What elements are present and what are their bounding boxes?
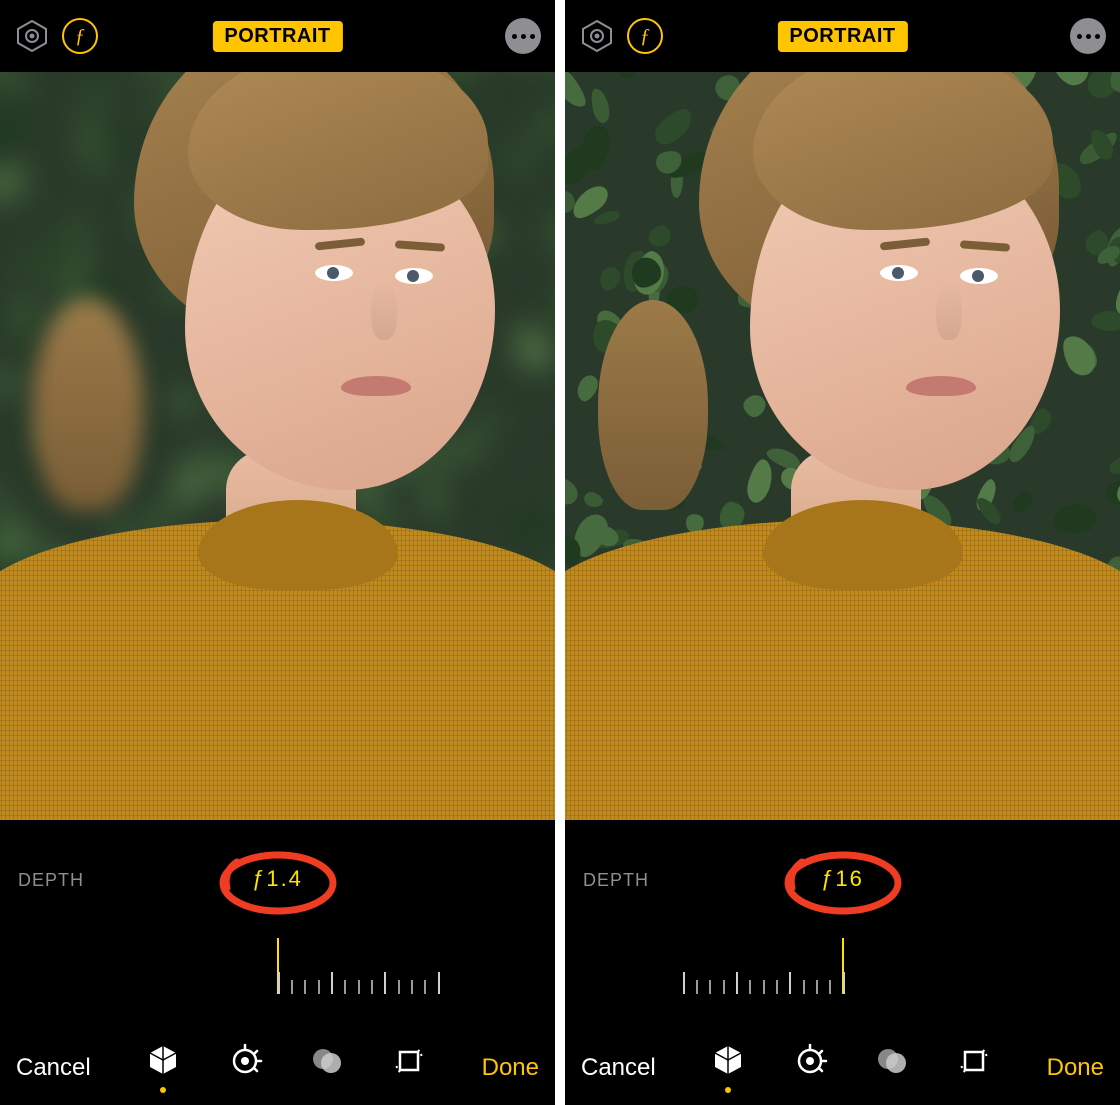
topbar: ƒ PORTRAIT bbox=[0, 0, 555, 72]
done-button[interactable]: Done bbox=[1047, 1054, 1104, 1082]
filters-circles-icon[interactable] bbox=[872, 1043, 912, 1093]
adjust-dial-icon[interactable] bbox=[790, 1043, 830, 1093]
cancel-button[interactable]: Cancel bbox=[16, 1054, 91, 1082]
depth-control: DEPTH ƒ1.4 bbox=[0, 820, 555, 1030]
edit-tools bbox=[708, 1043, 994, 1093]
lighting-cube-icon[interactable] bbox=[708, 1043, 748, 1093]
cancel-button[interactable]: Cancel bbox=[581, 1054, 656, 1082]
done-button[interactable]: Done bbox=[482, 1054, 539, 1082]
f-glyph: ƒ bbox=[640, 25, 650, 48]
lighting-hex-icon[interactable] bbox=[14, 18, 50, 54]
active-tool-dot bbox=[725, 1087, 731, 1093]
edit-pane-left: ƒ PORTRAIT DEPTH ƒ1.4 bbox=[0, 0, 555, 1105]
aperture-f-icon[interactable]: ƒ bbox=[62, 18, 98, 54]
bottombar: Cancel Done bbox=[565, 1030, 1120, 1105]
edit-pane-right: ƒ PORTRAIT DEPTH ƒ16 bbox=[565, 0, 1120, 1105]
adjust-dial-icon[interactable] bbox=[225, 1043, 265, 1093]
aperture-f-icon[interactable]: ƒ bbox=[627, 18, 663, 54]
depth-slider[interactable] bbox=[693, 938, 993, 994]
crop-rotate-icon[interactable] bbox=[389, 1043, 429, 1093]
f-glyph: ƒ bbox=[75, 25, 85, 48]
active-tool-dot bbox=[160, 1087, 166, 1093]
more-icon[interactable] bbox=[1070, 18, 1106, 54]
depth-label: DEPTH bbox=[583, 870, 649, 891]
topbar: ƒ PORTRAIT bbox=[565, 0, 1120, 72]
depth-value: ƒ1.4 bbox=[252, 866, 303, 892]
edit-tools bbox=[143, 1043, 429, 1093]
photo-preview[interactable] bbox=[565, 72, 1120, 820]
depth-value: ƒ16 bbox=[821, 866, 864, 892]
portrait-mode-badge[interactable]: PORTRAIT bbox=[777, 21, 907, 52]
more-icon[interactable] bbox=[505, 18, 541, 54]
depth-label: DEPTH bbox=[18, 870, 84, 891]
lighting-cube-icon[interactable] bbox=[143, 1043, 183, 1093]
crop-rotate-icon[interactable] bbox=[954, 1043, 994, 1093]
lighting-hex-icon[interactable] bbox=[579, 18, 615, 54]
photo-preview[interactable] bbox=[0, 72, 555, 820]
portrait-subject bbox=[0, 72, 555, 820]
portrait-mode-badge[interactable]: PORTRAIT bbox=[212, 21, 342, 52]
depth-slider[interactable] bbox=[128, 938, 428, 994]
bottombar: Cancel Done bbox=[0, 1030, 555, 1105]
depth-control: DEPTH ƒ16 bbox=[565, 820, 1120, 1030]
portrait-subject bbox=[565, 72, 1120, 820]
filters-circles-icon[interactable] bbox=[307, 1043, 347, 1093]
